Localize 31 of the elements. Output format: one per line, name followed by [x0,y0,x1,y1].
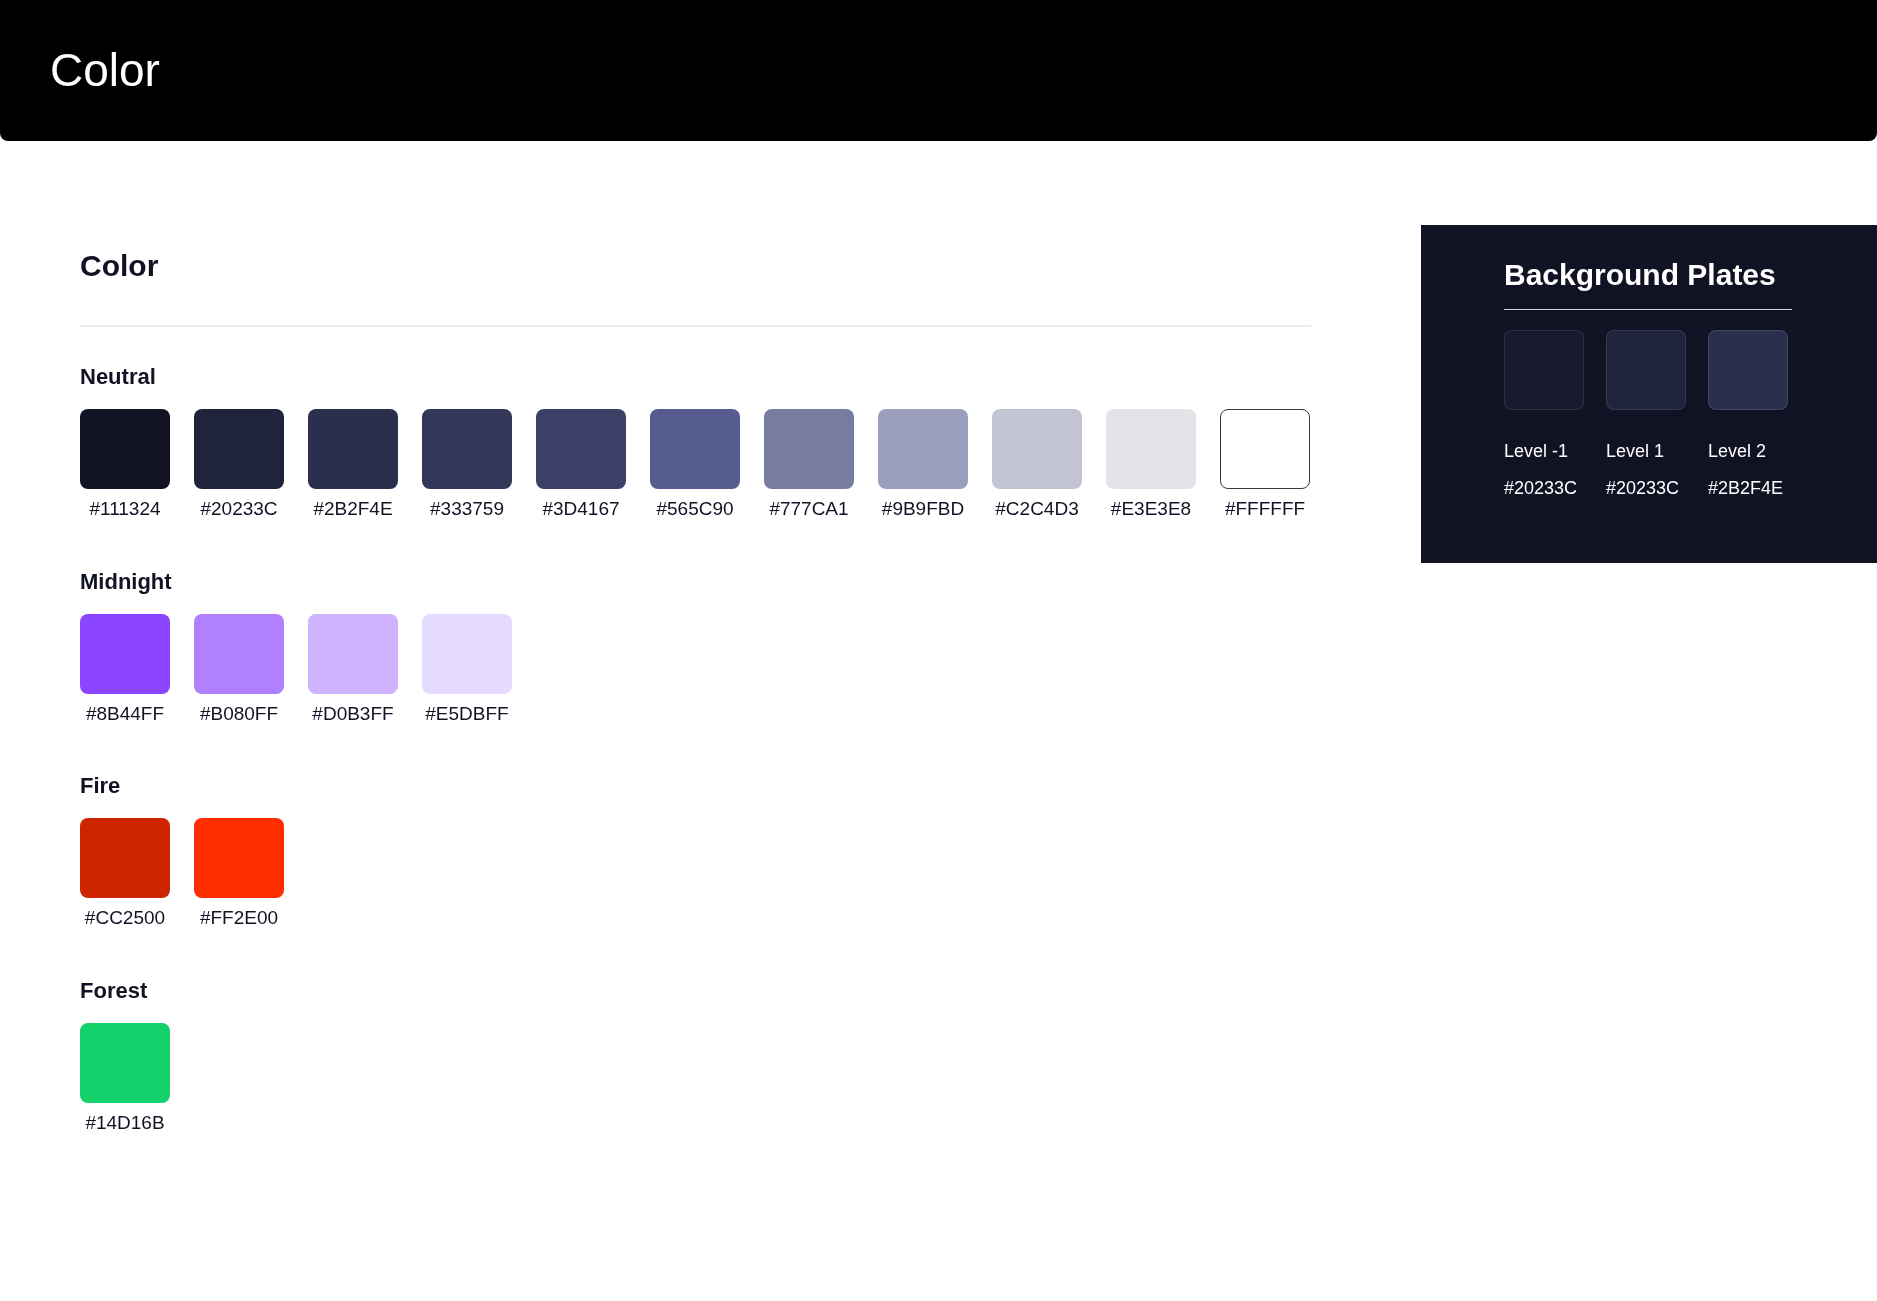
hex-code: #2B2F4E [313,497,393,521]
group-title: Neutral [80,363,157,391]
hex-code: #C2C4D3 [995,497,1079,521]
hex-code: #20233C [1504,477,1579,500]
level-label: Level 2 [1708,440,1768,463]
hex-code: #FF2E00 [199,906,279,930]
level-label: Level 1 [1606,440,1666,463]
hex-code: #777CA1 [769,497,849,521]
hex-code: #111324 [89,497,161,521]
group-title: Forest [80,976,149,1005]
group-title: Fire [80,772,122,800]
hex-code: #20233C [1606,477,1681,500]
hex-code: #FFFFFF [1224,497,1306,521]
hex-code: #E3E3E8 [1110,497,1192,521]
hex-code: #CC2500 [84,906,166,930]
hex-code: #565C90 [656,497,734,521]
page-title: Color [50,43,160,98]
hex-code: #8B44FF [85,701,165,726]
hex-code: #B080FF [199,701,279,726]
level-label: Level -1 [1504,440,1570,463]
panel-title: Background Plates [1504,255,1792,310]
hex-code: #20233C [200,497,278,521]
hex-code: #14D16B [85,1110,165,1135]
hex-code: #3D4167 [542,497,620,521]
group-title: Midnight [80,567,173,596]
hex-code: #E5DBFF [425,701,509,726]
hex-code: #9B9FBD [881,497,965,521]
hex-code: #333759 [430,497,504,521]
hex-code: #2B2F4E [1708,477,1785,500]
hex-code: #D0B3FF [312,701,394,726]
section-title: Color [80,248,160,281]
